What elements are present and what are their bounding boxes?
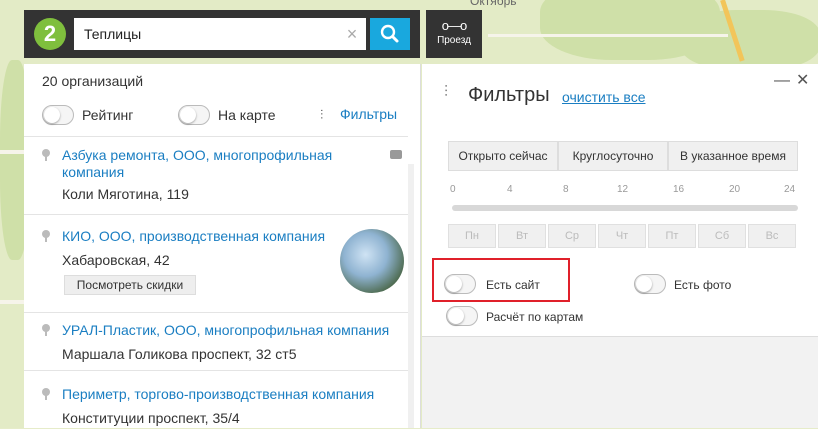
- list-scrollbar[interactable]: [408, 164, 414, 428]
- card-payment-label: Расчёт по картам: [486, 310, 584, 324]
- clear-all-link[interactable]: очистить все: [562, 89, 646, 105]
- day-tue[interactable]: Вт: [498, 224, 546, 248]
- open-now-button[interactable]: Открыто сейчас: [448, 141, 558, 171]
- list-item[interactable]: Азбука ремонта, ООО, многопрофильная ком…: [24, 136, 408, 215]
- toggle-knob: [44, 107, 60, 123]
- day-thu[interactable]: Чт: [598, 224, 646, 248]
- has-site-toggle[interactable]: [444, 274, 476, 294]
- search-button[interactable]: [370, 18, 410, 50]
- time-tick: 4: [507, 184, 513, 195]
- day-mon[interactable]: Пн: [448, 224, 496, 248]
- has-photo-toggle[interactable]: [634, 274, 666, 294]
- close-icon[interactable]: ✕: [796, 70, 810, 90]
- item-title[interactable]: Периметр, торгово-производственная компа…: [62, 386, 374, 403]
- card-payment-toggle[interactable]: [446, 306, 478, 326]
- filters-panel: ⫶ Фильтры очистить все — ✕ Открыто сейча…: [422, 64, 818, 428]
- item-title[interactable]: Азбука ремонта, ООО, многопрофильная ком…: [62, 147, 362, 181]
- filters-link[interactable]: ⫶ Фильтры: [320, 106, 397, 123]
- toggle-knob: [636, 276, 652, 292]
- results-count: 20 организаций: [42, 73, 144, 89]
- list-item[interactable]: УРАЛ-Пластик, ООО, многопрофильная компа…: [24, 312, 408, 371]
- item-title[interactable]: КИО, ООО, производственная компания: [62, 228, 325, 245]
- day-fri[interactable]: Пт: [648, 224, 696, 248]
- toggle-knob: [180, 107, 196, 123]
- sliders-icon: ⫶: [320, 107, 324, 122]
- company-photo[interactable]: [340, 229, 404, 293]
- day-sun[interactable]: Вс: [748, 224, 796, 248]
- item-address: Коли Мяготина, 119: [62, 186, 189, 202]
- toggle-knob: [446, 276, 462, 292]
- day-sat[interactable]: Сб: [698, 224, 746, 248]
- pin-icon: [42, 230, 50, 242]
- pin-icon: [42, 388, 50, 400]
- time-tick: 8: [563, 184, 569, 195]
- list-item[interactable]: Периметр, торгово-производственная компа…: [24, 370, 408, 429]
- pin-icon: [42, 149, 50, 161]
- time-mode-buttons: Открыто сейчас Круглосуточно В указанное…: [448, 141, 798, 171]
- pin-icon: [42, 324, 50, 336]
- time-tick: 12: [617, 184, 629, 195]
- on-map-toggle-label: На карте: [218, 107, 276, 123]
- time-tick: 0: [450, 184, 456, 195]
- sliders-icon: ⫶: [444, 84, 449, 101]
- time-tick: 24: [784, 184, 796, 195]
- map-place-label: Октябрь: [470, 0, 517, 8]
- rating-toggle-label: Рейтинг: [82, 107, 134, 123]
- clear-search-icon[interactable]: ×: [342, 18, 362, 50]
- route-icon: o—o: [441, 18, 467, 33]
- time-slider[interactable]: [452, 205, 798, 211]
- minimize-icon[interactable]: —: [774, 72, 790, 90]
- has-site-label: Есть сайт: [486, 278, 540, 292]
- round-the-clock-button[interactable]: Круглосуточно: [558, 141, 668, 171]
- has-photo-label: Есть фото: [674, 278, 732, 292]
- view-discounts-button[interactable]: Посмотреть скидки: [64, 275, 196, 295]
- camera-icon: [390, 150, 402, 159]
- route-label: Проезд: [437, 35, 471, 46]
- item-address: Хабаровская, 42: [62, 252, 170, 268]
- search-icon: [380, 24, 399, 43]
- route-button[interactable]: o—o Проезд: [426, 10, 482, 58]
- filters-link-label: Фильтры: [340, 106, 398, 122]
- on-map-toggle[interactable]: [178, 105, 210, 125]
- rating-toggle[interactable]: [42, 105, 74, 125]
- time-tick: 16: [673, 184, 685, 195]
- search-input[interactable]: Теплицы: [74, 18, 366, 50]
- logo-icon[interactable]: 2: [34, 18, 66, 50]
- item-address: Конституции проспект, 35/4: [62, 410, 240, 426]
- filters-title: Фильтры: [468, 84, 550, 106]
- item-title[interactable]: УРАЛ-Пластик, ООО, многопрофильная компа…: [62, 322, 389, 339]
- weekday-buttons: Пн Вт Ср Чт Пт Сб Вс: [448, 224, 798, 248]
- toggle-knob: [448, 308, 464, 324]
- specified-time-button[interactable]: В указанное время: [668, 141, 798, 171]
- search-bar: 2 Теплицы ×: [24, 10, 420, 58]
- item-address: Маршала Голикова проспект, 32 ст5: [62, 346, 297, 362]
- results-panel: 20 организаций Рейтинг На карте ⫶ Фильтры…: [24, 64, 421, 428]
- time-tick: 20: [729, 184, 741, 195]
- day-wed[interactable]: Ср: [548, 224, 596, 248]
